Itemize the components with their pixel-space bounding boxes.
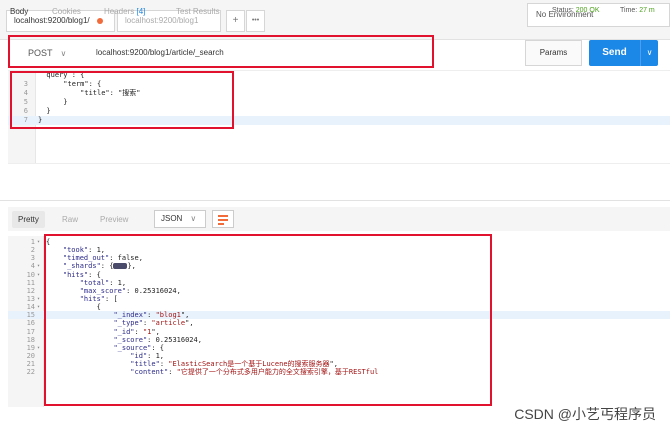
line-number: 15 xyxy=(26,311,35,320)
line-number: 14 xyxy=(26,303,35,312)
line-number: 16 xyxy=(26,319,35,328)
add-tab-button[interactable]: + xyxy=(226,10,245,32)
line-number: 19 xyxy=(26,343,35,352)
line-number: 18 xyxy=(26,335,35,344)
time-label: Time: xyxy=(620,7,638,14)
view-raw-button[interactable]: Raw xyxy=(56,211,84,228)
time-readout: Time: 27 m xyxy=(620,7,655,14)
tab-headers-label: Headers xyxy=(104,7,135,16)
tab-test-results[interactable]: Test Results xyxy=(176,7,220,16)
line-number: 21 xyxy=(26,360,35,369)
highlight-box-request-body xyxy=(10,71,234,129)
highlight-box-request-url xyxy=(8,35,434,68)
status-label: Status: xyxy=(552,7,574,14)
status-readout: Status: 200 OK xyxy=(552,7,600,14)
line-number: 1 xyxy=(30,238,35,246)
send-options-chevron-icon[interactable]: ∨ xyxy=(640,40,658,66)
line-number: 3 xyxy=(30,254,35,263)
chevron-down-icon: ∨ xyxy=(190,214,197,223)
response-tabs xyxy=(0,175,670,201)
response-view-toolbar: Pretty Raw Preview JSON ∨ xyxy=(8,207,670,231)
line-number: 10 xyxy=(26,270,35,279)
fold-toggle-icon[interactable]: ▾ xyxy=(37,271,40,279)
time-value: 27 m xyxy=(639,7,655,14)
tab-body[interactable]: Body xyxy=(10,7,28,16)
line-number: 2 xyxy=(30,246,35,255)
tab-cookies[interactable]: Cookies xyxy=(52,7,81,16)
fold-toggle-icon[interactable]: ▾ xyxy=(37,295,40,303)
line-number: 22 xyxy=(26,368,35,377)
send-button[interactable]: Send xyxy=(589,40,640,66)
line-number: 11 xyxy=(26,278,35,287)
view-pretty-button[interactable]: Pretty xyxy=(12,211,45,228)
tab-headers[interactable]: Headers [4] xyxy=(104,7,145,16)
fold-toggle-icon[interactable]: ▾ xyxy=(37,262,40,270)
format-label: JSON xyxy=(161,214,183,223)
tab-label: localhost:9200/blog1/ xyxy=(14,16,90,25)
headers-count-badge: [4] xyxy=(136,7,146,16)
fold-toggle-icon[interactable]: ▾ xyxy=(37,344,40,352)
line-number: 20 xyxy=(26,351,35,360)
line-number: 4 xyxy=(30,262,35,271)
watermark: CSDN @小艺丐程序员 xyxy=(514,406,656,422)
wrap-lines-icon[interactable] xyxy=(212,210,234,228)
unsaved-dot-icon xyxy=(96,17,103,24)
format-select[interactable]: JSON ∨ xyxy=(154,210,206,228)
line-number: 13 xyxy=(26,294,35,303)
status-value: 200 OK xyxy=(575,7,600,14)
fold-toggle-icon[interactable]: ▾ xyxy=(37,238,40,246)
more-tabs-button[interactable]: ••• xyxy=(246,10,265,32)
view-preview-button[interactable]: Preview xyxy=(94,211,134,228)
line-number: 17 xyxy=(26,327,35,336)
params-button[interactable]: Params xyxy=(525,40,582,66)
tab-label: localhost:9200/blog1 xyxy=(125,16,199,25)
highlight-box-response-body xyxy=(44,234,492,406)
fold-toggle-icon[interactable]: ▾ xyxy=(37,303,40,311)
line-number: 12 xyxy=(26,286,35,295)
